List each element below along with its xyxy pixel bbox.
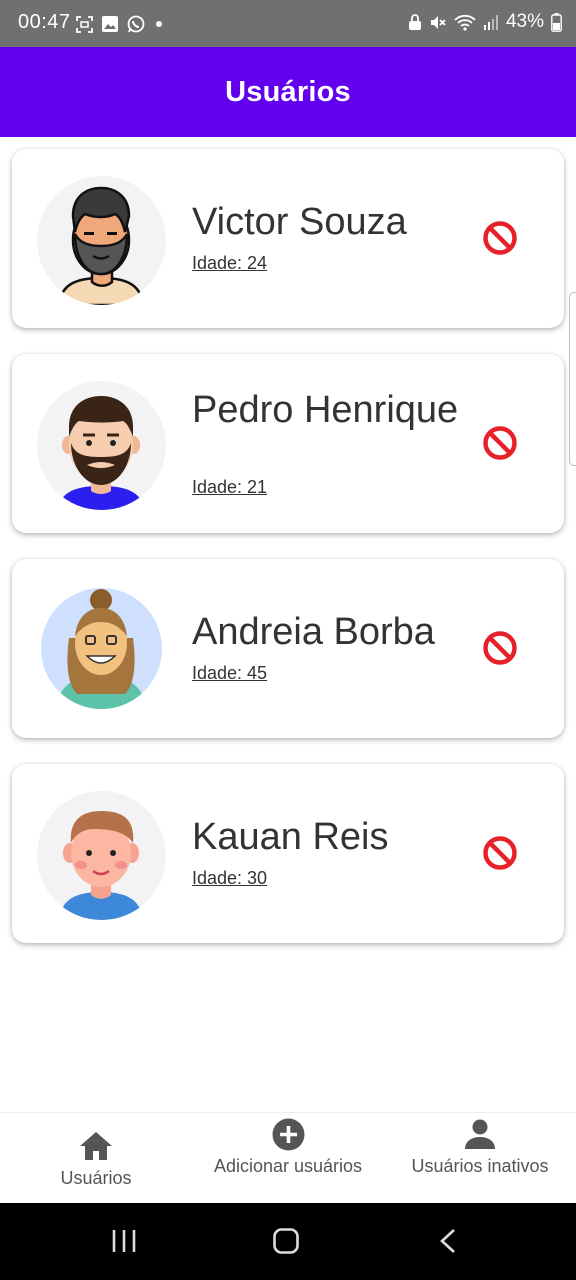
deactivate-user-icon[interactable] (482, 220, 518, 256)
nav-label: Usuários inativos (411, 1156, 549, 1176)
dot-icon (156, 21, 162, 27)
avatar (37, 791, 166, 920)
avatar (37, 176, 166, 305)
nav-item-adicionar-usuarios[interactable]: Adicionar usuários (192, 1113, 384, 1204)
user-card-pedro-henrique[interactable]: Pedro Henrique Idade: 21 (12, 354, 564, 533)
home-button-icon[interactable] (273, 1228, 299, 1254)
gallery-icon (102, 16, 118, 32)
user-name: Pedro Henrique (192, 389, 459, 431)
lock-icon (408, 13, 421, 30)
signal-icon (483, 15, 498, 30)
bottom-navigation: Usuários Adicionar usuários Usuários ina… (0, 1112, 576, 1204)
screenshot-icon (76, 15, 93, 33)
user-age[interactable]: Idade: 30 (192, 868, 267, 889)
user-age[interactable]: Idade: 45 (192, 663, 267, 684)
battery-percent: 43% (505, 11, 544, 32)
user-name: Kauan Reis (192, 816, 389, 858)
back-icon[interactable] (437, 1228, 459, 1254)
deactivate-user-icon[interactable] (482, 835, 518, 871)
user-age[interactable]: Idade: 24 (192, 253, 267, 274)
user-card-andreia-borba[interactable]: Andreia Borba Idade: 45 (12, 559, 564, 738)
woman-bun-avatar-icon (55, 589, 147, 709)
recents-icon[interactable] (111, 1228, 137, 1254)
avatar (37, 381, 166, 510)
battery-icon (551, 12, 562, 32)
nav-label: Usuários (60, 1168, 132, 1188)
app-bar: Usuários (0, 47, 576, 137)
user-card-victor-souza[interactable]: Victor Souza Idade: 24 (12, 149, 564, 328)
scrollbar[interactable] (569, 292, 576, 466)
user-age[interactable]: Idade: 21 (192, 477, 267, 498)
system-navigation-bar (0, 1203, 576, 1280)
status-time: 00:47 (18, 11, 71, 33)
user-name: Andreia Borba (192, 611, 435, 653)
nav-label: Adicionar usuários (213, 1156, 363, 1176)
avatar (41, 588, 162, 709)
whatsapp-icon (127, 15, 145, 33)
boy-avatar-icon (59, 811, 143, 920)
add-circle-icon (272, 1118, 305, 1151)
deactivate-user-icon[interactable] (482, 630, 518, 666)
man-beard-blue-shirt-avatar-icon (57, 396, 145, 510)
home-icon (80, 1132, 112, 1160)
deactivate-user-icon[interactable] (482, 425, 518, 461)
man-beard-avatar-icon (57, 186, 145, 305)
wifi-icon (454, 14, 476, 31)
nav-item-usuarios[interactable]: Usuários (0, 1113, 192, 1204)
mute-icon (430, 15, 446, 29)
user-card-kauan-reis[interactable]: Kauan Reis Idade: 30 (12, 764, 564, 943)
user-name: Victor Souza (192, 201, 407, 243)
nav-item-usuarios-inativos[interactable]: Usuários inativos (384, 1113, 576, 1204)
person-icon (465, 1119, 495, 1149)
status-bar: 00:47 43% (0, 0, 576, 47)
page-title: Usuários (225, 75, 351, 108)
